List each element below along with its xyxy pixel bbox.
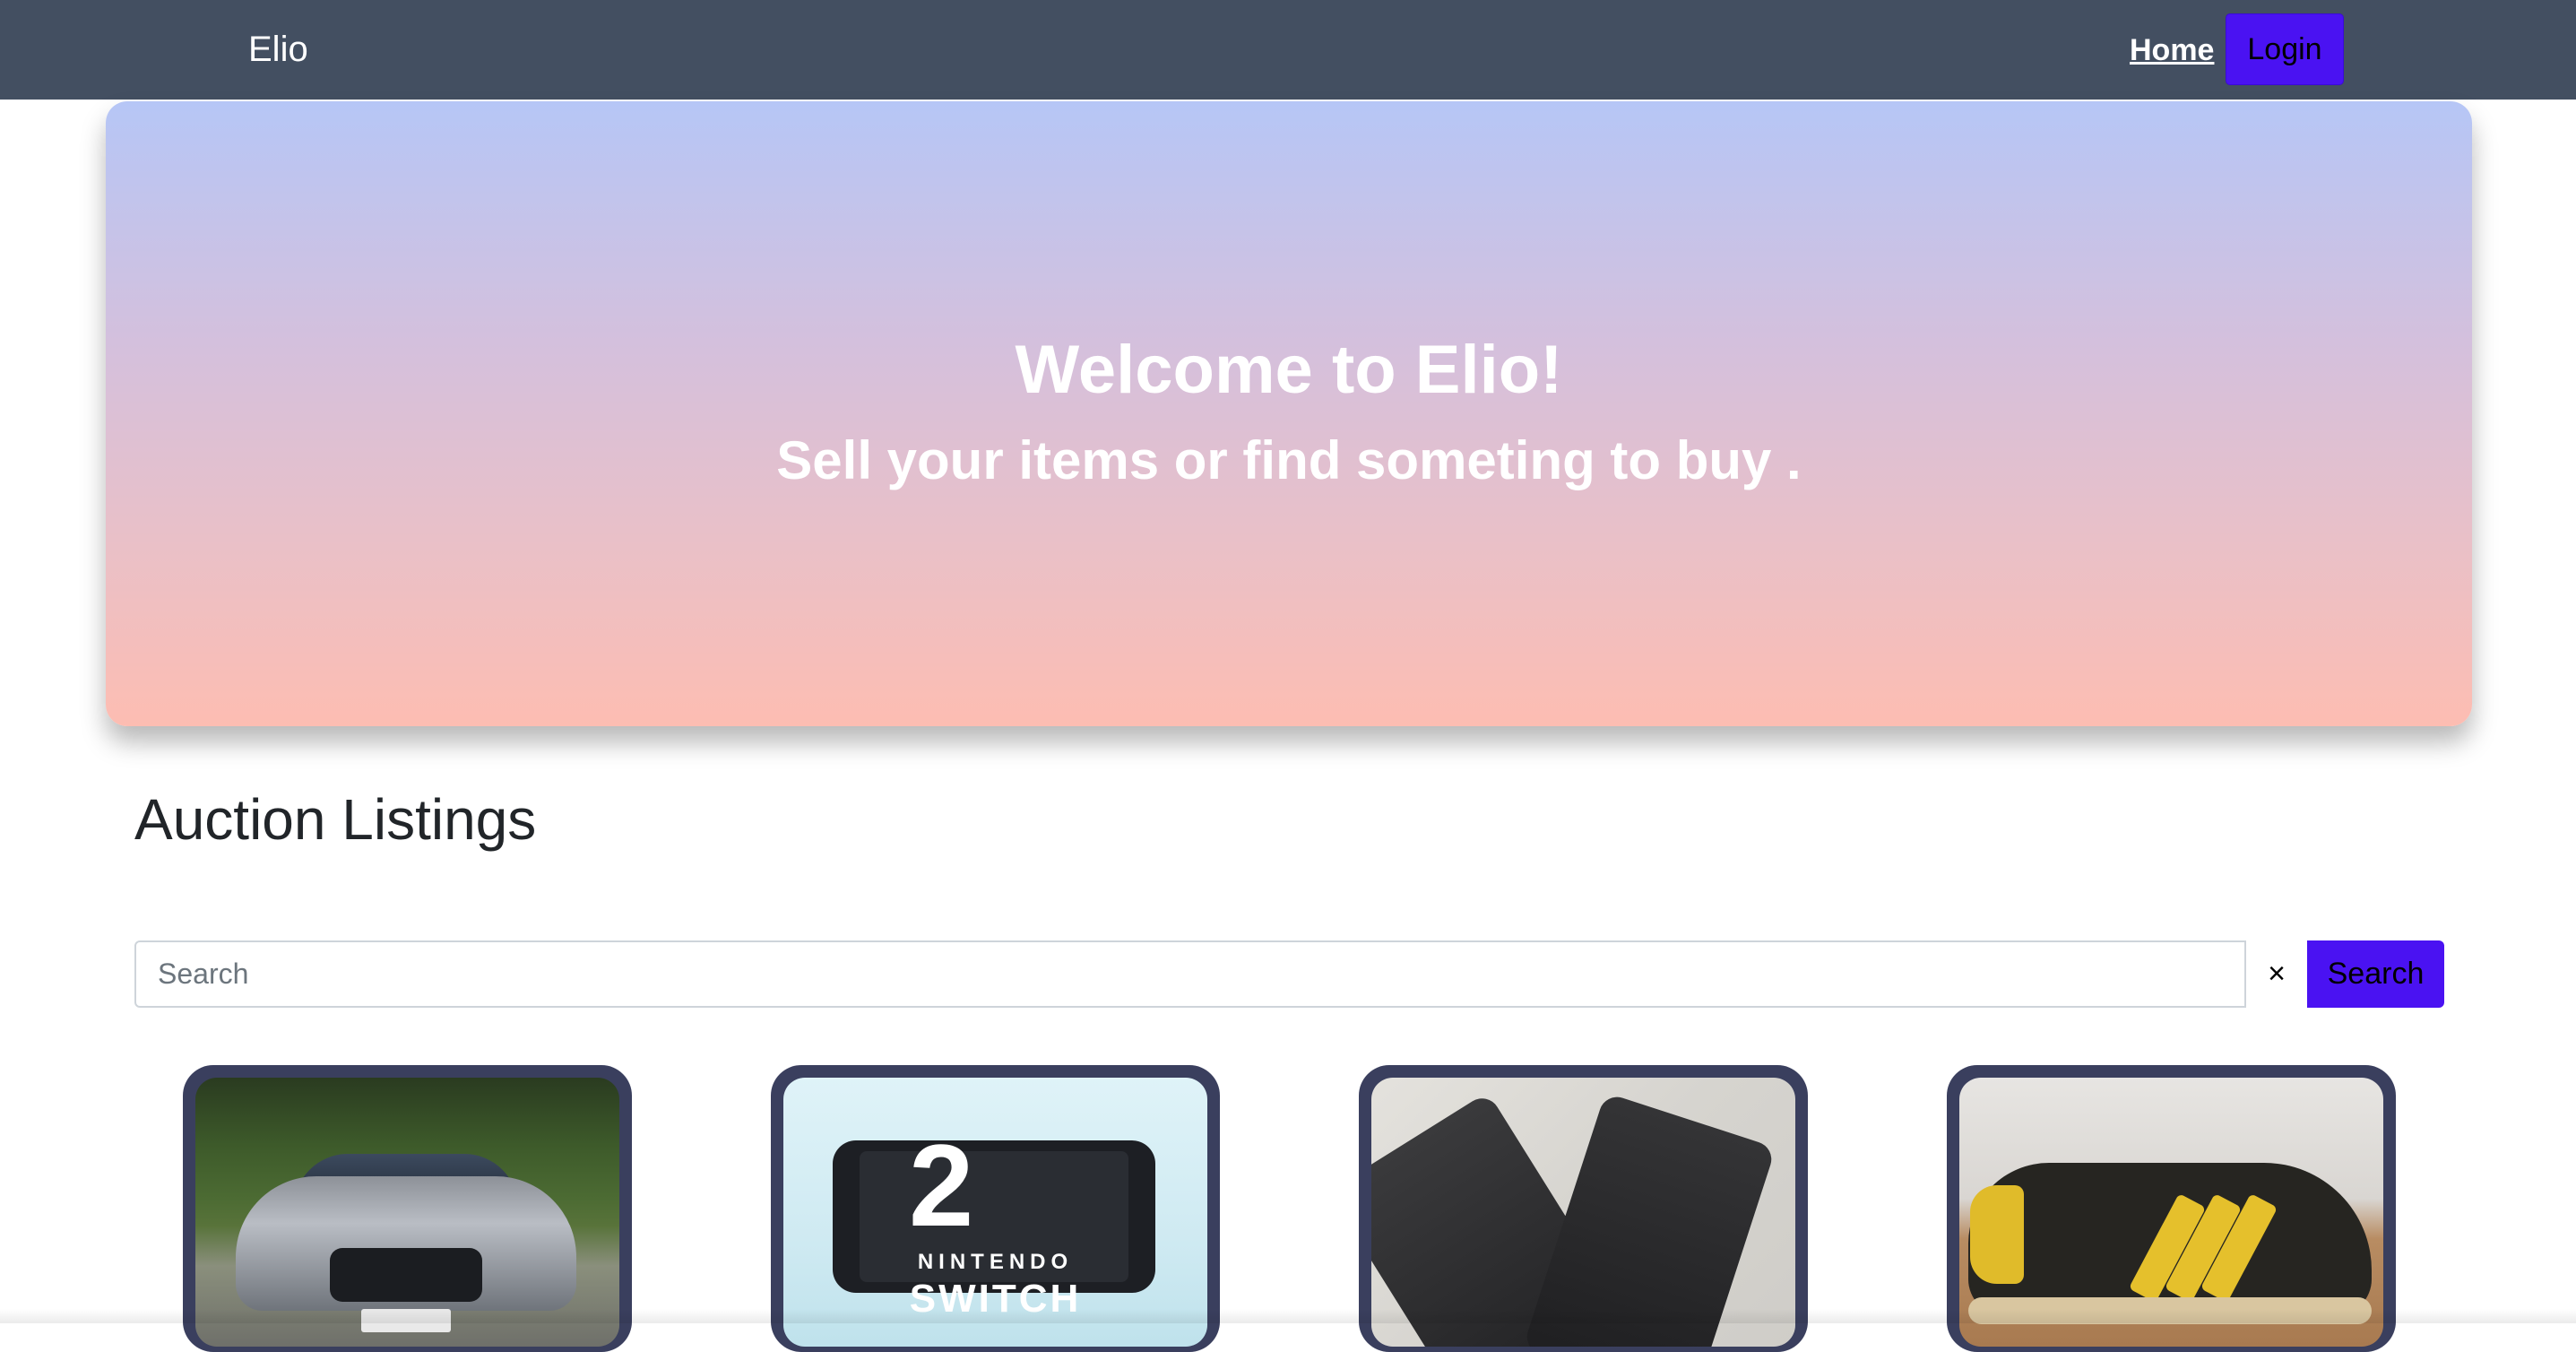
nav-home-link[interactable]: Home [2130, 30, 2214, 70]
search-button[interactable]: Search [2307, 940, 2444, 1008]
login-button[interactable]: Login [2226, 13, 2344, 85]
clear-search-button[interactable]: × [2246, 940, 2307, 1008]
hero-subtitle: Sell your items or find someting to buy … [776, 430, 1802, 490]
car-image [195, 1078, 619, 1347]
sneaker-heel [1970, 1185, 2024, 1284]
car-grille [330, 1248, 482, 1302]
brand-logo[interactable]: Elio [248, 27, 308, 72]
sneakers-image [1959, 1078, 2383, 1347]
switch-2-logo: 2 [909, 1120, 974, 1251]
page-bottom-shadow [0, 1309, 2576, 1323]
top-navbar: Elio Home Login [0, 0, 2576, 100]
switch-brand-nintendo: NINTENDO [917, 1250, 1074, 1274]
nintendo-switch-image: 2 NINTENDO SWITCH [783, 1078, 1207, 1347]
search-input[interactable] [134, 940, 2246, 1008]
auction-listings-heading: Auction Listings [134, 787, 537, 852]
hero-title: Welcome to Elio! [1015, 332, 1563, 408]
jeans-image [1371, 1078, 1795, 1347]
hero-banner: Welcome to Elio! Sell your items or find… [106, 101, 2472, 726]
